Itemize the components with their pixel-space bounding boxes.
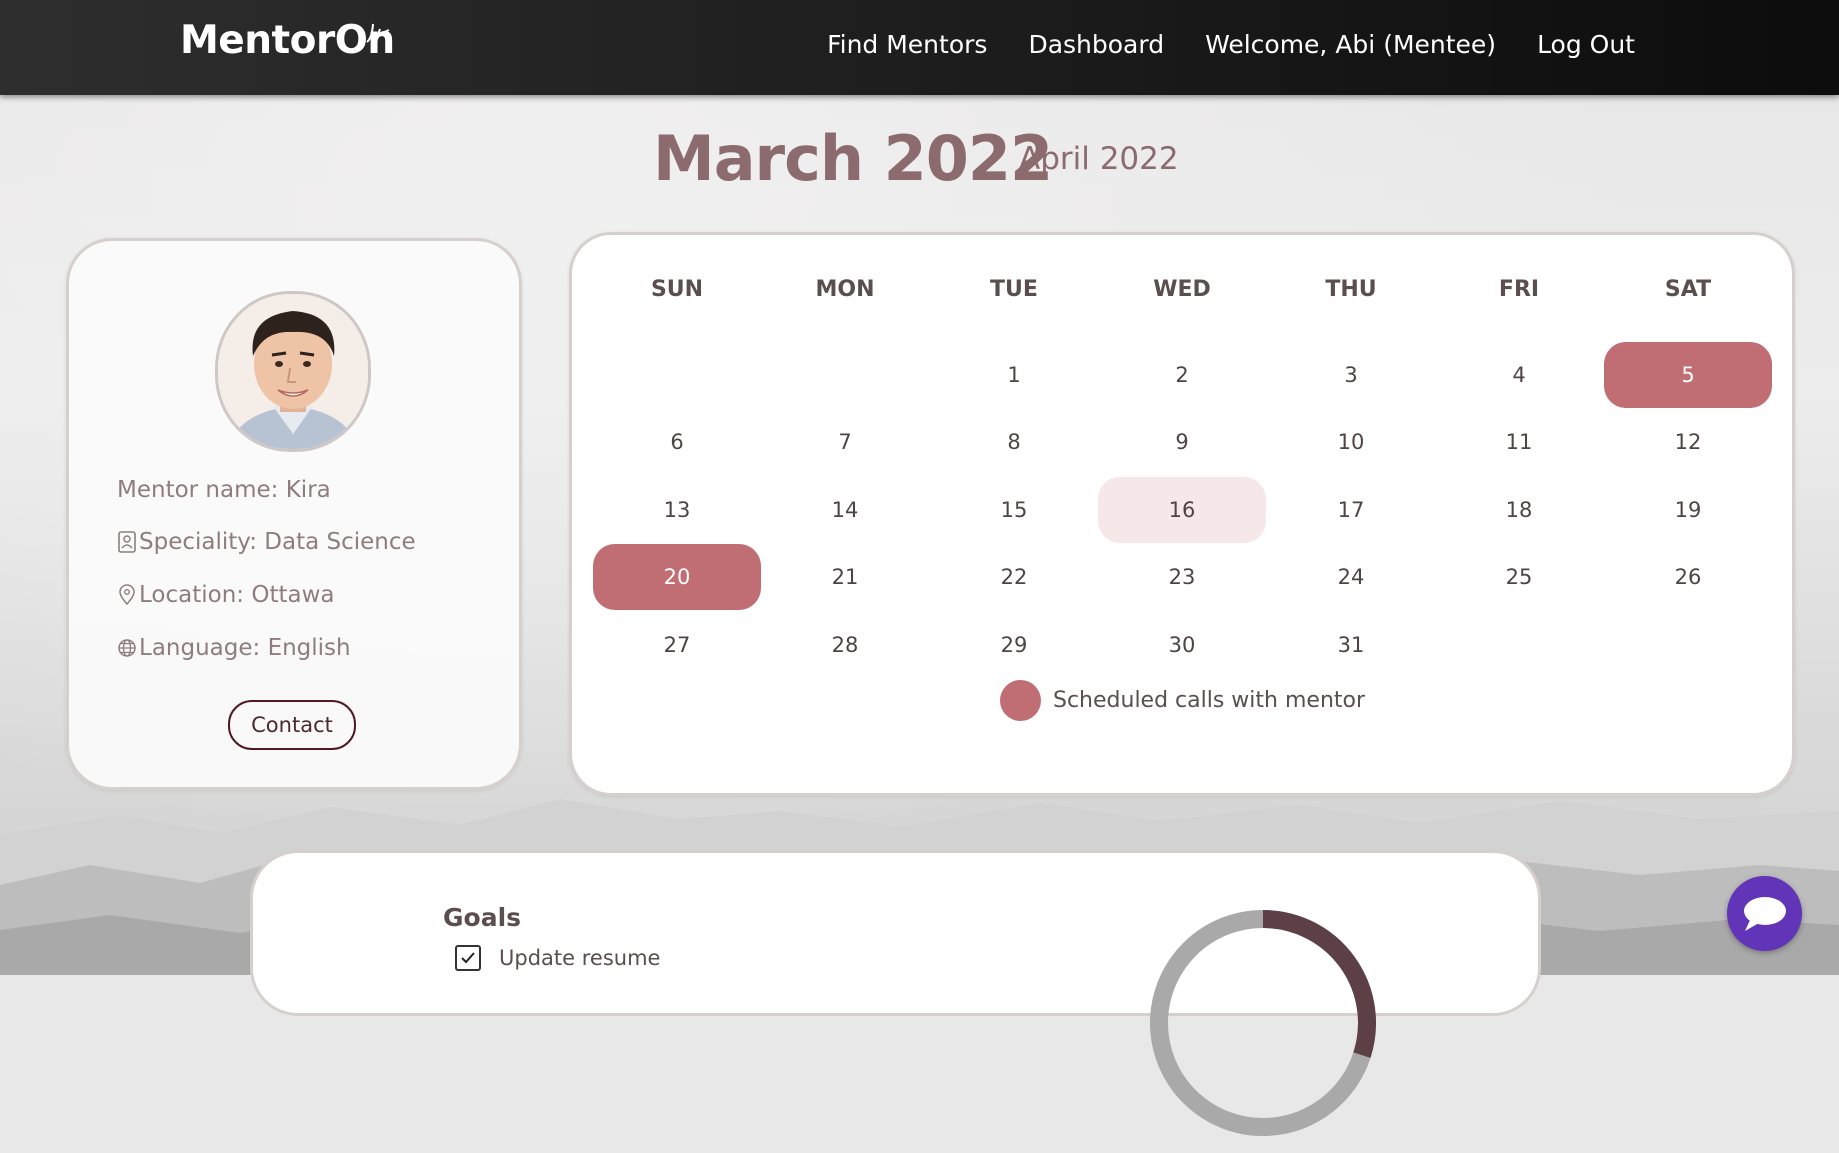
- calendar-day[interactable]: 31: [1267, 612, 1435, 678]
- mentor-name: Mentor name: Kira: [117, 477, 331, 503]
- calendar-day[interactable]: 24: [1267, 544, 1435, 610]
- mentor-speciality: Speciality: Data Science: [117, 529, 416, 555]
- progress-arc: [1262, 910, 1376, 1058]
- calendar-day[interactable]: 5: [1604, 342, 1772, 408]
- nav-welcome-user[interactable]: Welcome, Abi (Mentee): [1205, 30, 1496, 59]
- calendar-day[interactable]: 9: [1098, 409, 1266, 475]
- weekday-wed: WED: [1153, 277, 1211, 302]
- calendar-day[interactable]: 20: [593, 544, 761, 610]
- legend-swatch: [1000, 680, 1041, 721]
- top-navbar: MentorOn Find Mentors Dashboard Welcome,…: [0, 0, 1839, 95]
- calendar-day[interactable]: 18: [1435, 477, 1603, 543]
- weekday-sat: SAT: [1664, 277, 1712, 302]
- month-title: March 2022: [653, 122, 1053, 195]
- mentor-card: Mentor name: Kira Speciality: Data Scien…: [66, 238, 522, 790]
- brand-logo[interactable]: MentorOn: [180, 18, 395, 63]
- goal-checkbox[interactable]: [455, 945, 481, 971]
- legend-label: Scheduled calls with mentor: [1053, 688, 1366, 713]
- goals-title: Goals: [443, 903, 522, 932]
- calendar-day[interactable]: 21: [761, 544, 929, 610]
- nav-dashboard[interactable]: Dashboard: [1028, 30, 1164, 59]
- weekday-tue: TUE: [990, 277, 1038, 302]
- calendar-legend: Scheduled calls with mentor: [1000, 680, 1365, 721]
- nav-find-mentors[interactable]: Find Mentors: [827, 30, 987, 59]
- calendar-day[interactable]: 30: [1098, 612, 1266, 678]
- calendar-card: Scheduled calls with mentor SUN MON TUE WED…: [569, 232, 1795, 796]
- goal-text: Update resume: [499, 946, 661, 970]
- chat-button[interactable]: [1727, 876, 1802, 951]
- calendar-day[interactable]: 10: [1267, 409, 1435, 475]
- logo-spark-icon: [366, 23, 390, 43]
- chat-bubble-icon: [1743, 896, 1786, 931]
- calendar-day[interactable]: 25: [1435, 544, 1603, 610]
- contact-button[interactable]: Contact: [228, 700, 356, 750]
- mentor-location: Location: Ottawa: [117, 582, 334, 608]
- id-badge-icon: [118, 531, 136, 553]
- calendar-day[interactable]: 16: [1098, 477, 1266, 543]
- calendar-day[interactable]: 19: [1604, 477, 1772, 543]
- calendar-day[interactable]: 15: [930, 477, 1098, 543]
- weekday-thu: THU: [1325, 277, 1377, 302]
- globe-icon: [118, 639, 136, 657]
- goals-card: Goals Update resume: [250, 850, 1541, 1136]
- weekday-sun: SUN: [650, 277, 704, 302]
- calendar-day[interactable]: 3: [1267, 342, 1435, 408]
- mentor-avatar: [215, 291, 371, 452]
- calendar-day[interactable]: 14: [761, 477, 929, 543]
- calendar-day[interactable]: 29: [930, 612, 1098, 678]
- calendar-day[interactable]: 4: [1435, 342, 1603, 408]
- calendar-day[interactable]: 26: [1604, 544, 1772, 610]
- calendar-day[interactable]: 6: [593, 409, 761, 475]
- checkmark-icon: [461, 952, 475, 964]
- calendar-day[interactable]: 11: [1435, 409, 1603, 475]
- weekday-mon: MON: [815, 277, 875, 302]
- calendar-day[interactable]: 13: [593, 477, 761, 543]
- map-pin-icon: [119, 584, 135, 606]
- calendar-day[interactable]: 2: [1098, 342, 1266, 408]
- calendar-day[interactable]: 23: [1098, 544, 1266, 610]
- goal-item: Update resume: [455, 945, 660, 971]
- goals-progress-ring: [1150, 910, 1376, 1136]
- calendar-day[interactable]: 7: [761, 409, 929, 475]
- calendar-day[interactable]: 1: [930, 342, 1098, 408]
- weekday-fri: FRI: [1498, 277, 1540, 302]
- nav-log-out[interactable]: Log Out: [1537, 30, 1635, 59]
- mentor-language: Language: English: [117, 635, 351, 661]
- calendar-day[interactable]: 27: [593, 612, 761, 678]
- calendar-day[interactable]: 28: [761, 612, 929, 678]
- next-month-link[interactable]: April 2022: [1019, 141, 1179, 177]
- calendar-day[interactable]: 8: [930, 409, 1098, 475]
- calendar-day[interactable]: 22: [930, 544, 1098, 610]
- calendar-day[interactable]: 12: [1604, 409, 1772, 475]
- calendar-day[interactable]: 17: [1267, 477, 1435, 543]
